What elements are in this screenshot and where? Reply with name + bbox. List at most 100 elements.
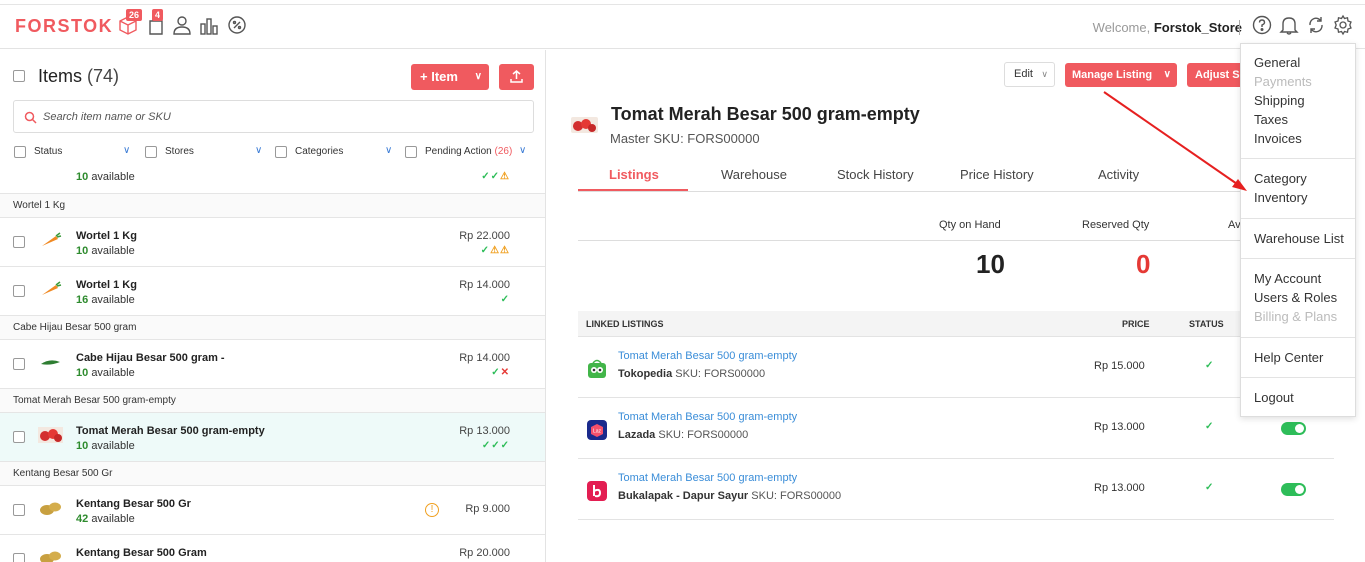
- menu-item-taxes[interactable]: Taxes: [1254, 110, 1288, 129]
- store-name: Forstok_Store: [1153, 20, 1242, 35]
- status-filter-label: Status: [34, 146, 63, 157]
- linked-listings-header: LINKED LISTINGS PRICE STATUS: [578, 311, 1334, 337]
- search-input[interactable]: Search item name or SKU: [13, 100, 534, 133]
- master-sku: Master SKU: FORS00000: [610, 131, 760, 146]
- forstok-logo[interactable]: FORSTOK: [15, 16, 113, 37]
- check-icon: ✓: [1205, 360, 1214, 371]
- item-checkbox[interactable]: [13, 285, 25, 297]
- list-item[interactable]: Cabe Hijau Besar 500 gram - 10 available…: [0, 340, 545, 389]
- tab-warehouse[interactable]: Warehouse: [721, 167, 787, 182]
- item-checkbox[interactable]: [13, 236, 25, 248]
- categories-filter-checkbox[interactable]: [275, 146, 287, 158]
- linked-listing-row[interactable]: Laz Tomat Merah Besar 500 gram-empty Laz…: [578, 398, 1334, 459]
- menu-item-my-account[interactable]: My Account: [1254, 269, 1321, 288]
- stores-filter-checkbox[interactable]: [145, 146, 157, 158]
- item-name: Kentang Besar 500 Gram: [76, 547, 207, 559]
- menu-item-general[interactable]: General: [1254, 53, 1300, 72]
- add-item-button[interactable]: + Item ∨: [411, 64, 489, 90]
- user-icon[interactable]: [171, 14, 195, 38]
- list-item-selected[interactable]: Tomat Merah Besar 500 gram-empty 10 avai…: [0, 413, 545, 462]
- menu-item-warehouse-list[interactable]: Warehouse List: [1254, 229, 1344, 248]
- detail-tabs: Listings Warehouse Stock History Price H…: [578, 160, 1334, 192]
- menu-item-category[interactable]: Category: [1254, 169, 1307, 188]
- bar-chart-icon[interactable]: [198, 14, 222, 38]
- group-header: Cabe Hijau Besar 500 gram: [0, 316, 545, 340]
- carrot-thumbnail: [42, 281, 62, 295]
- chevron-down-icon: ∨: [1041, 69, 1048, 79]
- listing-status-toggle[interactable]: [1281, 422, 1306, 435]
- item-price: Rp 9.000: [465, 503, 510, 515]
- menu-item-inventory[interactable]: Inventory: [1254, 188, 1307, 207]
- reserved-qty-label: Reserved Qty: [1082, 219, 1150, 231]
- listing-title-link[interactable]: Tomat Merah Besar 500 gram-empty: [618, 411, 797, 423]
- settings-gear-icon[interactable]: [1332, 14, 1356, 38]
- export-button[interactable]: [499, 64, 534, 90]
- linked-listing-row[interactable]: Tomat Merah Besar 500 gram-empty Tokoped…: [578, 337, 1334, 398]
- tomato-thumbnail: [38, 427, 63, 443]
- add-item-label: + Item: [420, 69, 458, 84]
- item-available: 42 available: [76, 513, 135, 525]
- menu-item-shipping[interactable]: Shipping: [1254, 91, 1305, 110]
- listing-status-toggle[interactable]: [1281, 483, 1306, 496]
- edit-button[interactable]: Edit ∨: [1004, 62, 1055, 87]
- listing-price: Rp 13.000: [1094, 482, 1145, 494]
- discount-icon[interactable]: [226, 14, 250, 38]
- notification-bell-icon[interactable]: [1278, 14, 1302, 38]
- item-checkbox[interactable]: [13, 504, 25, 516]
- list-item[interactable]: Wortel 1 Kg 16 available Rp 14.000 ✓: [0, 267, 545, 316]
- bag-badge: 4: [152, 9, 164, 21]
- tokopedia-logo: [588, 359, 606, 378]
- search-icon: [24, 111, 37, 124]
- chevron-down-icon[interactable]: ∨: [385, 145, 392, 156]
- search-placeholder: Search item name or SKU: [43, 111, 171, 123]
- menu-item-invoices[interactable]: Invoices: [1254, 129, 1302, 148]
- tab-price-history[interactable]: Price History: [960, 167, 1034, 182]
- list-item[interactable]: Kentang Besar 500 Gr 42 available ! Rp 9…: [0, 486, 545, 535]
- item-price: Rp 13.000: [459, 425, 510, 437]
- items-count: (74): [87, 66, 120, 86]
- pending-filter-checkbox[interactable]: [405, 146, 417, 158]
- tab-stock-history[interactable]: Stock History: [837, 167, 914, 182]
- welcome-text: Welcome, Forstok_Store: [1093, 20, 1242, 35]
- tab-activity[interactable]: Activity: [1098, 167, 1139, 182]
- listing-title-link[interactable]: Tomat Merah Besar 500 gram-empty: [618, 350, 797, 362]
- menu-item-help-center[interactable]: Help Center: [1254, 348, 1323, 367]
- reserved-qty-value: 0: [1136, 249, 1151, 279]
- list-item[interactable]: 10 available ✓✓⚠: [0, 169, 545, 194]
- list-item[interactable]: Kentang Besar 500 Gram Rp 20.000: [0, 535, 545, 562]
- menu-item-users-roles[interactable]: Users & Roles: [1254, 288, 1337, 307]
- select-all-checkbox[interactable]: [13, 70, 25, 82]
- item-checkbox[interactable]: [13, 553, 25, 562]
- group-header: Wortel 1 Kg: [0, 194, 545, 218]
- warning-icon[interactable]: !: [425, 503, 439, 517]
- listing-store-sku: Tokopedia SKU: FORS00000: [618, 368, 766, 380]
- menu-divider: [1241, 218, 1355, 219]
- status-filter-checkbox[interactable]: [14, 146, 26, 158]
- manage-listing-button[interactable]: Manage Listing ∨: [1065, 63, 1177, 87]
- status-col: STATUS: [1189, 319, 1224, 329]
- linked-listing-row[interactable]: Tomat Merah Besar 500 gram-empty Bukalap…: [578, 459, 1334, 520]
- sync-icon[interactable]: [1305, 14, 1329, 38]
- help-icon[interactable]: [1251, 14, 1275, 38]
- item-checkbox[interactable]: [13, 358, 25, 370]
- item-name: Wortel 1 Kg: [76, 279, 137, 291]
- adjust-stock-button[interactable]: Adjust S: [1187, 63, 1247, 87]
- potato-thumbnail: [40, 502, 61, 515]
- listing-title-link[interactable]: Tomat Merah Besar 500 gram-empty: [618, 472, 797, 484]
- items-title: Items (74): [38, 66, 119, 87]
- chevron-down-icon[interactable]: ∨: [255, 145, 262, 156]
- list-item[interactable]: Wortel 1 Kg 10 available Rp 22.000 ✓⚠⚠: [0, 218, 545, 267]
- adjust-label: Adjust S: [1195, 69, 1240, 81]
- chevron-down-icon[interactable]: ∨: [519, 145, 526, 156]
- menu-item-logout[interactable]: Logout: [1254, 388, 1294, 407]
- item-checkbox[interactable]: [13, 431, 25, 443]
- chevron-down-icon[interactable]: ∨: [123, 145, 130, 156]
- categories-filter-label: Categories: [295, 146, 344, 157]
- item-available: 10 available: [76, 245, 135, 257]
- item-status-icons: ✓⚠⚠: [480, 245, 510, 256]
- item-status-icons: ✓✕: [491, 367, 510, 378]
- box-badge: 26: [126, 9, 143, 21]
- tab-listings[interactable]: Listings: [609, 167, 659, 182]
- linked-listings-col: LINKED LISTINGS: [586, 319, 664, 329]
- group-header: Tomat Merah Besar 500 gram-empty: [0, 389, 545, 413]
